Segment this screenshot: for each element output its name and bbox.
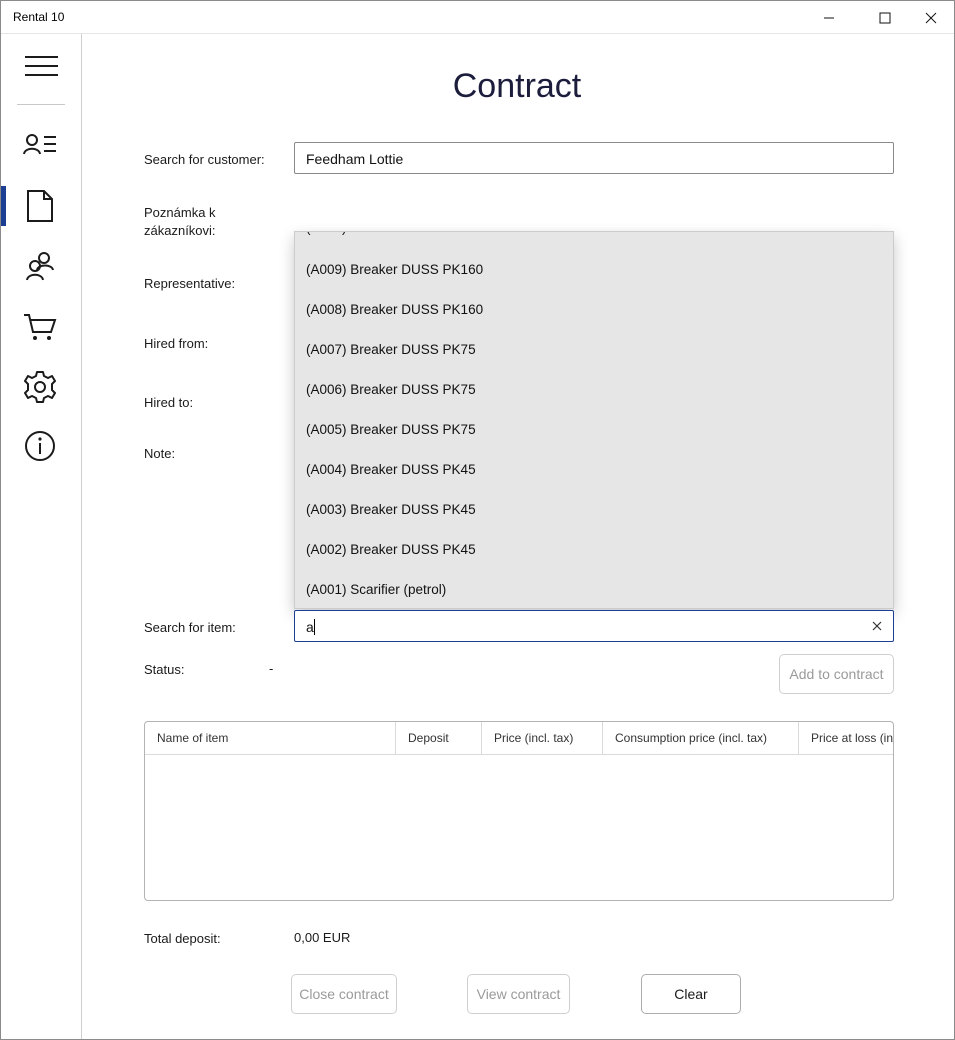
hired-from-label: Hired from: — [144, 336, 209, 351]
add-to-contract-button[interactable]: Add to contract — [779, 654, 894, 694]
customer-list-icon — [23, 134, 56, 155]
app-window: Rental 10 Contract Search for customer: … — [0, 0, 955, 1040]
minimize-icon — [824, 17, 834, 18]
suggestion-item[interactable]: (A009) Breaker DUSS PK160 — [295, 250, 893, 290]
suggestion-item[interactable]: (A003) Breaker DUSS PK45 — [295, 490, 893, 530]
clear-button[interactable]: Clear — [641, 974, 741, 1014]
page-title: Contract — [452, 67, 582, 105]
suggestion-item[interactable]: (A004) Breaker DUSS PK45 — [295, 450, 893, 490]
column-header-deposit[interactable]: Deposit — [396, 722, 482, 755]
status-label: Status: — [144, 662, 185, 677]
hired-to-label: Hired to: — [144, 395, 194, 410]
suggestion-item[interactable]: (A005) Breaker DUSS PK75 — [295, 410, 893, 450]
sidebar-item-settings[interactable] — [20, 367, 60, 407]
gear-icon — [24, 371, 56, 403]
text-caret — [314, 619, 315, 635]
hamburger-line — [25, 56, 58, 58]
total-deposit-label: Total deposit: — [144, 931, 221, 946]
view-contract-button[interactable]: View contract — [467, 974, 570, 1014]
suggestion-item[interactable]: (A001) Scarifier (petrol) — [295, 570, 893, 608]
document-icon — [27, 190, 53, 222]
info-icon — [25, 431, 55, 461]
item-suggestions-dropdown: (A010) (A009) Breaker DUSS PK160 (A008) … — [294, 231, 894, 609]
search-item-input[interactable]: a — [294, 610, 894, 642]
minimize-button[interactable] — [806, 1, 852, 34]
note-label: Note: — [144, 446, 176, 461]
title-bar: Rental 10 — [1, 1, 954, 34]
close-icon — [925, 12, 937, 23]
clear-search-button[interactable] — [869, 618, 885, 634]
column-header-consumption-price[interactable]: Consumption price (incl. tax) — [603, 722, 799, 755]
sidebar-item-about[interactable] — [20, 426, 60, 466]
close-contract-button[interactable]: Close contract — [291, 974, 397, 1014]
status-value: - — [269, 661, 274, 676]
customer-note-label: Poznámka k zákazníkovi: — [144, 204, 216, 240]
users-icon — [26, 252, 54, 281]
customer-note-label-line2: zákazníkovi: — [144, 223, 216, 238]
suggestion-item[interactable]: (A008) Breaker DUSS PK160 — [295, 290, 893, 330]
table-header: Name of item Deposit Price (incl. tax) C… — [145, 722, 893, 755]
active-nav-indicator — [1, 186, 6, 226]
maximize-button[interactable] — [862, 1, 908, 34]
suggestion-item[interactable]: (A007) Breaker DUSS PK75 — [295, 330, 893, 370]
customer-note-label-line1: Poznámka k — [144, 205, 216, 220]
search-customer-value: Feedham Lottie — [306, 151, 404, 167]
close-window-button[interactable] — [908, 1, 954, 34]
search-customer-input[interactable]: Feedham Lottie — [294, 142, 894, 174]
sidebar-item-customers[interactable] — [20, 125, 60, 165]
window-title: Rental 10 — [13, 10, 65, 24]
suggestion-item[interactable]: (A006) Breaker DUSS PK75 — [295, 370, 893, 410]
search-customer-label: Search for customer: — [144, 152, 265, 167]
maximize-icon — [879, 12, 891, 23]
search-item-value: a — [306, 619, 314, 635]
sidebar-item-items[interactable] — [20, 307, 60, 347]
sidebar — [1, 34, 82, 1039]
column-header-price-at-loss[interactable]: Price at loss (incl. tax) — [799, 722, 893, 755]
column-header-price[interactable]: Price (incl. tax) — [482, 722, 603, 755]
suggestion-item[interactable]: (A002) Breaker DUSS PK45 — [295, 530, 893, 570]
column-header-name[interactable]: Name of item — [145, 722, 396, 755]
cart-icon — [24, 314, 57, 340]
total-deposit-value: 0,00 EUR — [294, 930, 351, 945]
close-icon — [872, 621, 882, 631]
contract-items-table: Name of item Deposit Price (incl. tax) C… — [144, 721, 894, 901]
sidebar-item-representatives[interactable] — [20, 246, 60, 286]
suggestion-item[interactable]: (A010) — [295, 232, 893, 248]
representative-label: Representative: — [144, 276, 236, 291]
search-item-label: Search for item: — [144, 620, 236, 635]
sidebar-item-contract[interactable] — [20, 186, 60, 226]
